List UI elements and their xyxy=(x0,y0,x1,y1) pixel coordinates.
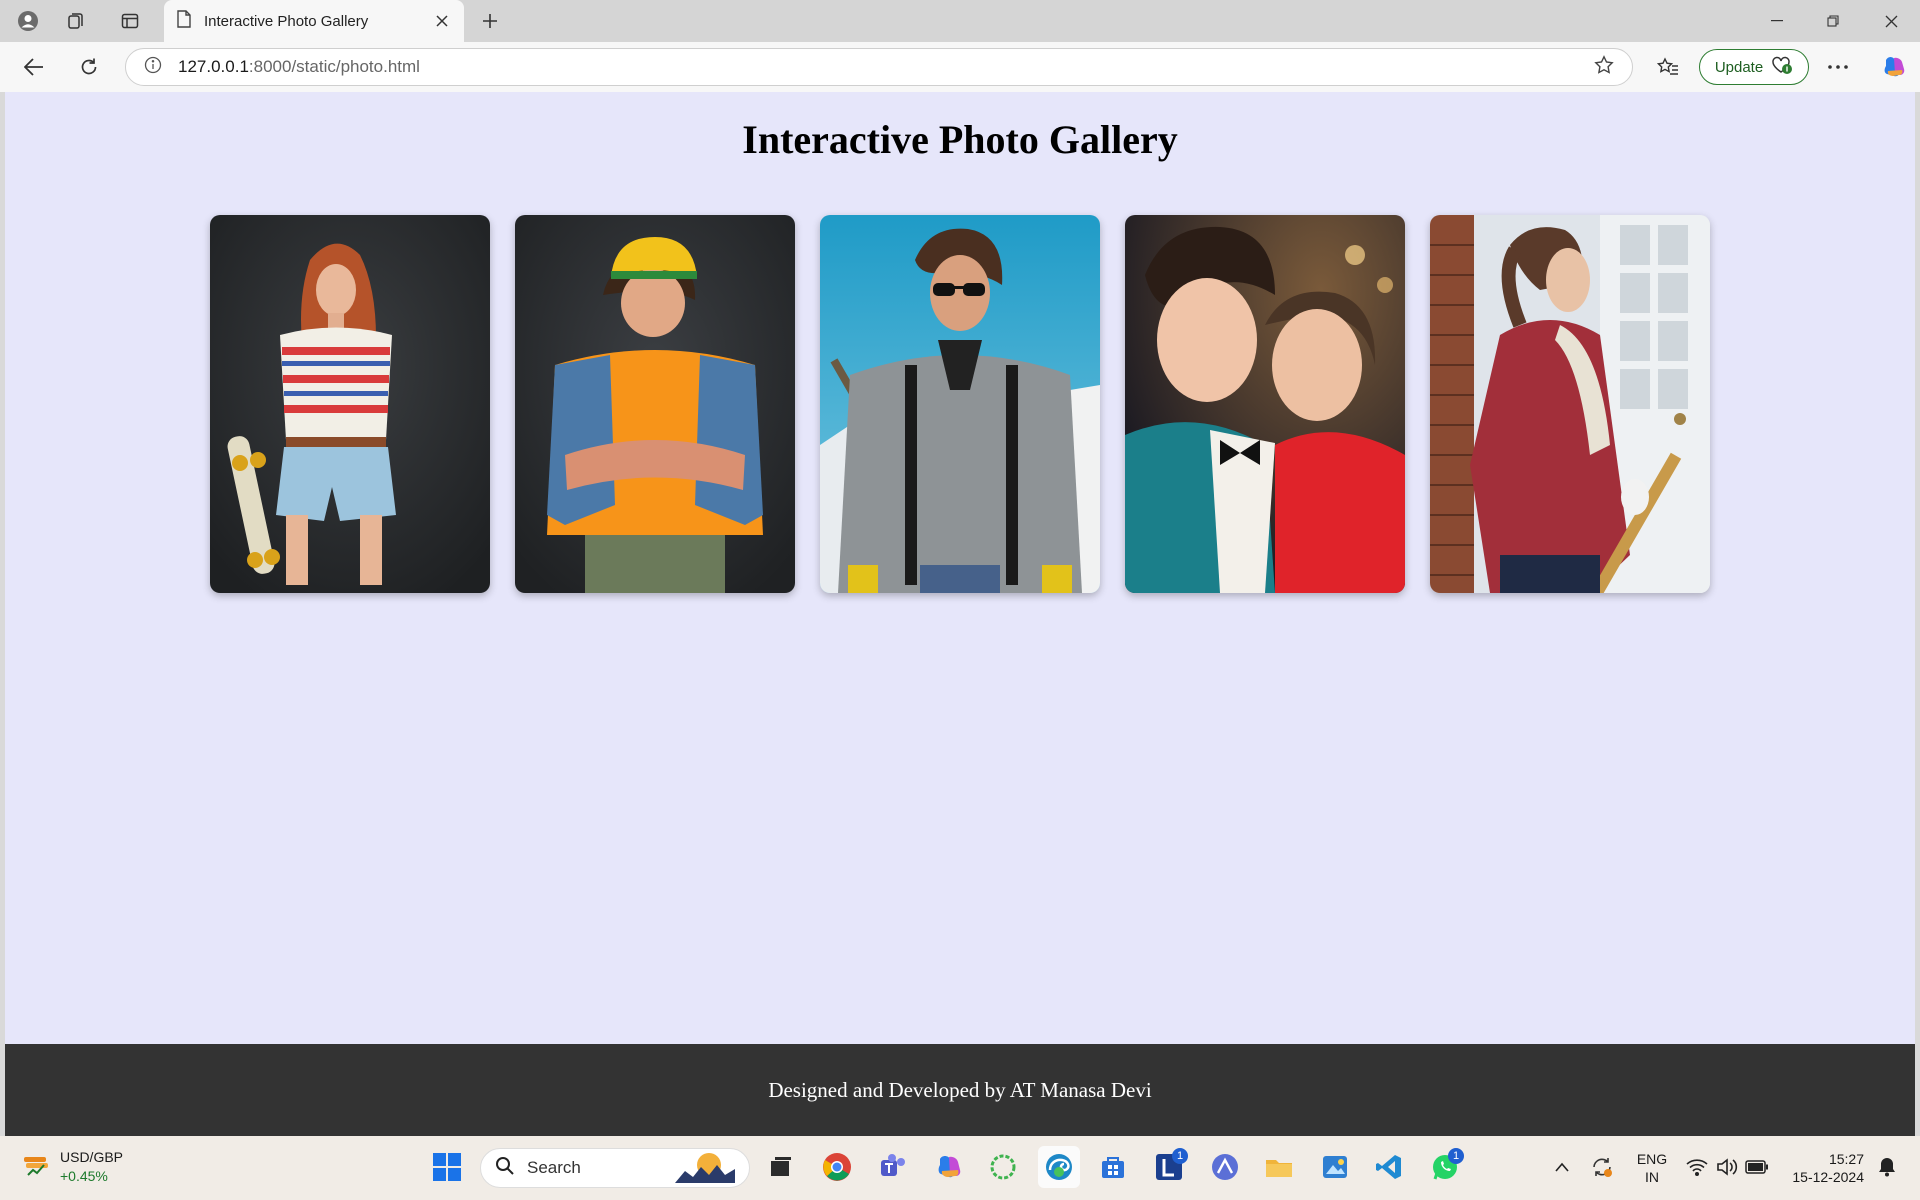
favorite-star-icon[interactable] xyxy=(1594,54,1614,80)
ticker-pair: USD/GBP xyxy=(60,1149,124,1165)
task-view-icon[interactable] xyxy=(760,1146,802,1188)
search-icon xyxy=(495,1156,515,1181)
page-footer: Designed and Developed by AT Manasa Devi xyxy=(5,1044,1915,1136)
tab-active[interactable]: Interactive Photo Gallery xyxy=(164,0,464,42)
minimize-icon[interactable] xyxy=(1749,0,1805,42)
whatsapp-icon[interactable]: 1 xyxy=(1424,1146,1466,1188)
photo-gallery xyxy=(210,215,1710,593)
tab-actions-icon[interactable] xyxy=(114,6,146,36)
vscode-icon[interactable] xyxy=(1368,1146,1410,1188)
close-window-icon[interactable] xyxy=(1863,0,1919,42)
url-path: :8000/static/photo.html xyxy=(248,57,420,76)
notification-badge: 1 xyxy=(1448,1148,1464,1164)
new-tab-icon[interactable] xyxy=(474,6,506,36)
refresh-icon[interactable] xyxy=(73,51,105,83)
gallery-photo-3[interactable] xyxy=(820,215,1100,593)
clock-date: 15-12-2024 xyxy=(1792,1169,1864,1185)
clock-time: 15:27 xyxy=(1828,1151,1864,1167)
page-title: Interactive Photo Gallery xyxy=(742,117,1178,162)
edge-icon[interactable] xyxy=(1038,1146,1080,1188)
page-icon xyxy=(176,9,192,33)
copilot-icon[interactable] xyxy=(1878,51,1910,83)
profile-icon[interactable] xyxy=(12,6,44,36)
search-highlight-icon xyxy=(675,1149,735,1188)
input-language[interactable]: ENG IN xyxy=(1632,1150,1672,1186)
update-button[interactable]: Update xyxy=(1699,49,1809,85)
notification-badge: 1 xyxy=(1172,1148,1188,1164)
url-text[interactable]: 127.0.0.1:8000/static/photo.html xyxy=(178,57,1594,77)
clock[interactable]: 15:27 15-12-2024 xyxy=(1784,1150,1864,1186)
url-host: 127.0.0.1 xyxy=(178,57,249,76)
store-icon[interactable] xyxy=(1092,1146,1134,1188)
heart-health-icon xyxy=(1771,55,1793,79)
region-code: IN xyxy=(1645,1169,1659,1185)
gallery-photo-2[interactable] xyxy=(515,215,795,593)
page-viewport: Interactive Photo Gallery Designed and D… xyxy=(5,92,1915,1136)
tab-title: Interactive Photo Gallery xyxy=(204,12,369,30)
loading-ring-icon[interactable] xyxy=(982,1146,1024,1188)
address-bar[interactable]: 127.0.0.1:8000/static/photo.html xyxy=(125,48,1633,86)
sync-icon[interactable] xyxy=(1581,1146,1623,1188)
gallery-photo-4[interactable] xyxy=(1125,215,1405,593)
chrome-icon[interactable] xyxy=(816,1146,858,1188)
stock-ticker-widget[interactable]: USD/GBP +0.45% xyxy=(22,1148,123,1186)
browser-toolbar: 127.0.0.1:8000/static/photo.html Update xyxy=(0,42,1920,92)
more-options-icon[interactable] xyxy=(1822,51,1854,83)
language-code: ENG xyxy=(1636,1151,1668,1167)
close-tab-icon[interactable] xyxy=(432,11,452,31)
battery-icon[interactable] xyxy=(1736,1146,1778,1188)
tab-bar: Interactive Photo Gallery xyxy=(0,0,1920,42)
gallery-photo-5[interactable] xyxy=(1430,215,1710,593)
footer-credit: Designed and Developed by AT Manasa Devi xyxy=(768,1077,1152,1102)
ticker-change: +0.45% xyxy=(60,1168,108,1184)
gallery-photo-1[interactable] xyxy=(210,215,490,593)
currency-chart-icon xyxy=(22,1151,50,1184)
photos-icon[interactable] xyxy=(1314,1146,1356,1188)
copilot-app-icon[interactable] xyxy=(928,1146,970,1188)
a-app-icon[interactable] xyxy=(1204,1146,1246,1188)
windows-start-icon[interactable] xyxy=(426,1146,468,1188)
restore-icon[interactable] xyxy=(1805,0,1861,42)
search-label: Search xyxy=(527,1158,581,1177)
update-label: Update xyxy=(1714,58,1764,76)
windows-taskbar: USD/GBP +0.45% Search 1 1 ENG IN 15:27 1… xyxy=(0,1136,1920,1200)
file-explorer-icon[interactable] xyxy=(1258,1146,1300,1188)
teams-icon[interactable] xyxy=(872,1146,914,1188)
taskbar-search[interactable]: Search xyxy=(480,1148,750,1188)
favorites-icon[interactable] xyxy=(1652,51,1684,83)
site-info-icon[interactable] xyxy=(144,56,162,79)
l-app-icon[interactable]: 1 xyxy=(1148,1146,1190,1188)
collections-icon[interactable] xyxy=(60,6,92,36)
back-icon[interactable] xyxy=(18,51,50,83)
show-hidden-icons-icon[interactable] xyxy=(1541,1146,1583,1188)
notification-bell-icon[interactable] xyxy=(1866,1146,1908,1188)
